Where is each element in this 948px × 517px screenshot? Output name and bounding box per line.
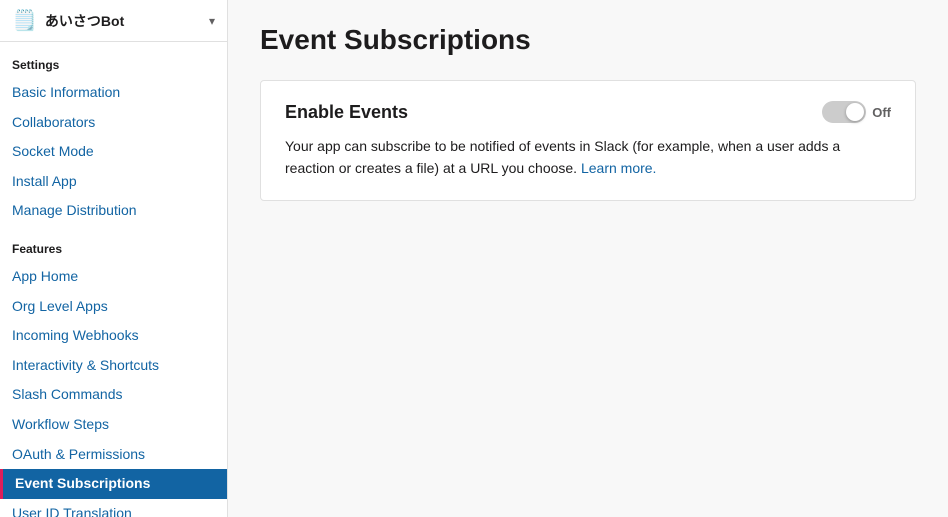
sidebar-item-workflow-steps[interactable]: Workflow Steps <box>0 410 227 440</box>
app-name: あいさつBot <box>45 11 201 31</box>
learn-more-link[interactable]: Learn more. <box>581 160 656 176</box>
sidebar-item-event-subscriptions[interactable]: Event Subscriptions <box>0 469 227 499</box>
main-content: Event Subscriptions Enable Events Off Yo… <box>228 0 948 517</box>
sidebar-item-collaborators[interactable]: Collaborators <box>0 108 227 138</box>
sidebar-item-slash-commands[interactable]: Slash Commands <box>0 380 227 410</box>
sidebar-item-oauth-permissions[interactable]: OAuth & Permissions <box>0 440 227 470</box>
toggle-thumb <box>846 103 864 121</box>
page-title: Event Subscriptions <box>260 24 916 56</box>
features-section-title: Features <box>0 226 227 262</box>
sidebar-item-user-id-translation[interactable]: User ID Translation <box>0 499 227 517</box>
sidebar: 🗒️ あいさつBot ▾ Settings Basic Information … <box>0 0 228 517</box>
enable-events-card: Enable Events Off Your app can subscribe… <box>260 80 916 201</box>
sidebar-item-manage-distribution[interactable]: Manage Distribution <box>0 196 227 226</box>
sidebar-item-incoming-webhooks[interactable]: Incoming Webhooks <box>0 321 227 351</box>
sidebar-item-interactivity-shortcuts[interactable]: Interactivity & Shortcuts <box>0 351 227 381</box>
app-selector[interactable]: 🗒️ あいさつBot ▾ <box>0 0 227 42</box>
sidebar-item-socket-mode[interactable]: Socket Mode <box>0 137 227 167</box>
toggle-track <box>822 101 866 123</box>
card-header: Enable Events Off <box>285 101 891 123</box>
settings-section-title: Settings <box>0 42 227 78</box>
sidebar-item-install-app[interactable]: Install App <box>0 167 227 197</box>
card-description: Your app can subscribe to be notified of… <box>285 135 891 180</box>
card-title: Enable Events <box>285 102 408 123</box>
sidebar-item-org-level-apps[interactable]: Org Level Apps <box>0 292 227 322</box>
chevron-down-icon: ▾ <box>209 14 215 28</box>
sidebar-item-app-home[interactable]: App Home <box>0 262 227 292</box>
app-icon: 🗒️ <box>12 8 37 33</box>
toggle-label: Off <box>872 105 891 120</box>
sidebar-item-basic-information[interactable]: Basic Information <box>0 78 227 108</box>
enable-events-toggle[interactable]: Off <box>822 101 891 123</box>
